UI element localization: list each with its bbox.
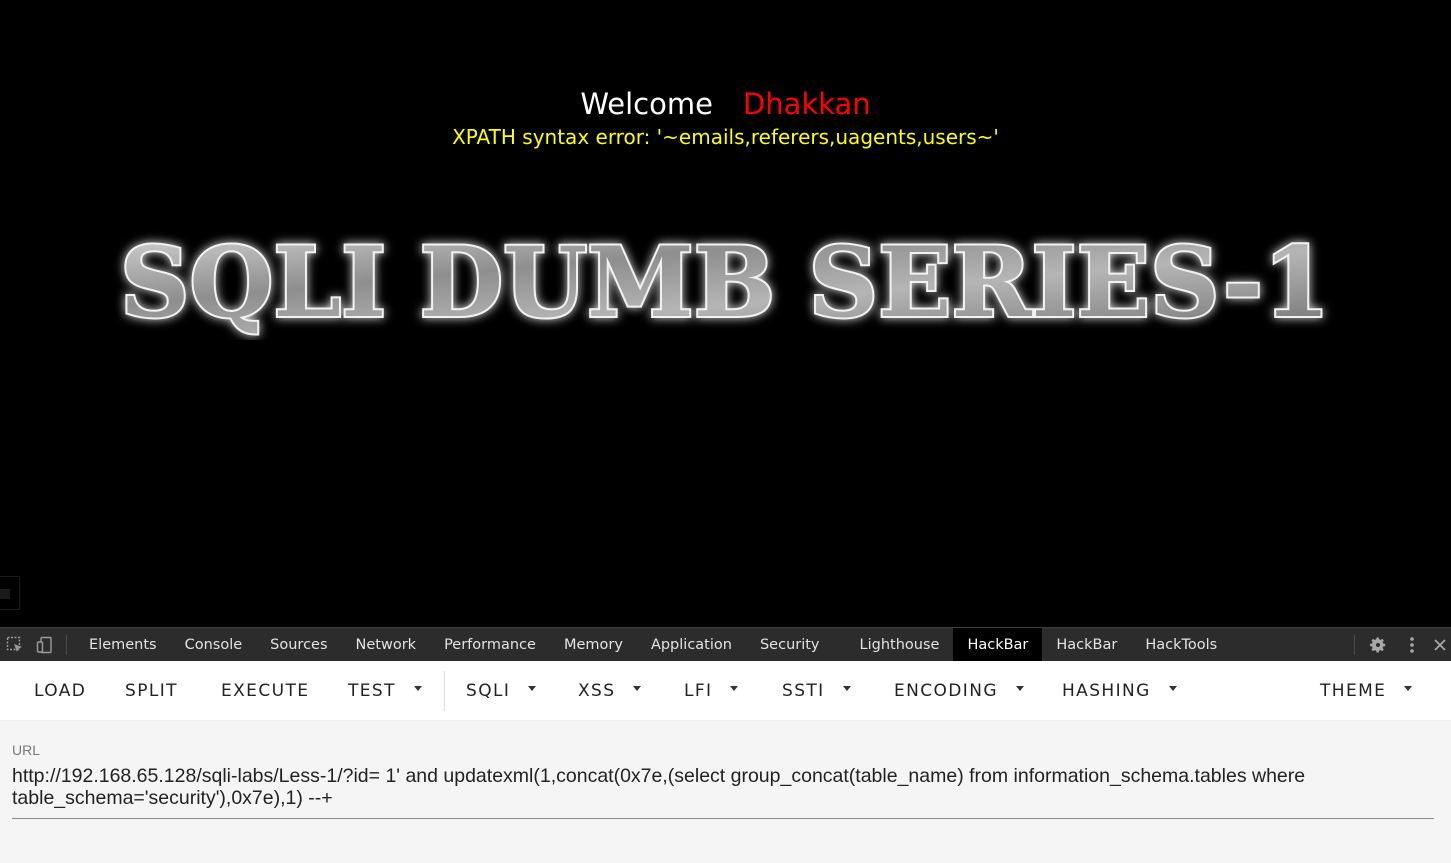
test-dropdown[interactable]: TEST (348, 661, 422, 721)
ssti-label: SSTI (782, 680, 825, 701)
execute-label: EXECUTE (221, 680, 310, 701)
chevron-down-icon (1404, 686, 1413, 691)
toolbar-separator (1354, 634, 1355, 655)
tab-hacktools[interactable]: HackTools (1131, 628, 1231, 662)
welcome-text: Welcome (580, 87, 713, 121)
device-toolbar-icon[interactable] (30, 628, 60, 662)
ssti-dropdown[interactable]: SSTI (782, 661, 851, 721)
tab-sources[interactable]: Sources (256, 628, 341, 662)
encoding-label: ENCODING (894, 680, 998, 701)
load-button[interactable]: LOAD (34, 661, 86, 721)
settings-gear-icon[interactable] (1361, 628, 1395, 662)
devtools-tab-bar: Elements Console Sources Network Perform… (0, 627, 1451, 662)
page-viewport: Welcome Dhakkan XPATH syntax error: '~ema… (0, 0, 1451, 627)
toolbar-divider (444, 671, 445, 711)
tab-elements[interactable]: Elements (75, 628, 171, 662)
more-options-icon[interactable] (1395, 628, 1429, 662)
hashing-dropdown[interactable]: HASHING (1062, 661, 1177, 721)
hashing-label: HASHING (1062, 680, 1151, 701)
tab-hackbar-active[interactable]: HackBar (953, 627, 1043, 662)
split-label: SPLIT (125, 680, 178, 701)
chevron-down-icon (842, 686, 851, 691)
banner-text: SQLI DUMB SERIES-1 (120, 226, 1330, 339)
lfi-label: LFI (684, 680, 713, 701)
theme-dropdown[interactable]: THEME (1320, 661, 1413, 721)
sqli-dumb-series-banner: SQLI DUMB SERIES-1 (100, 222, 1350, 340)
lfi-dropdown[interactable]: LFI (684, 661, 739, 721)
tab-network[interactable]: Network (342, 628, 431, 662)
close-icon[interactable] (1429, 628, 1451, 662)
chevron-down-icon (730, 686, 739, 691)
page-corner-widget (0, 576, 20, 610)
url-input[interactable]: http://192.168.65.128/sqli-labs/Less-1/?… (12, 765, 1432, 809)
welcome-line: Welcome Dhakkan (0, 86, 1451, 122)
banner-graphic: SQLI DUMB SERIES-1 (118, 224, 1332, 340)
tab-console[interactable]: Console (171, 628, 257, 662)
encoding-dropdown[interactable]: ENCODING (894, 661, 1024, 721)
tab-memory[interactable]: Memory (550, 628, 637, 662)
xss-dropdown[interactable]: XSS (578, 661, 642, 721)
devtools-right-controls (1348, 628, 1451, 662)
chevron-down-icon (528, 686, 537, 691)
url-label: URL (12, 742, 41, 758)
tab-lighthouse[interactable]: Lighthouse (846, 628, 954, 662)
hackbar-toolbar: LOAD SPLIT EXECUTE TEST SQLI XSS LFI SST… (0, 661, 1451, 721)
tab-performance[interactable]: Performance (430, 628, 550, 662)
execute-button[interactable]: EXECUTE (221, 661, 309, 721)
split-button[interactable]: SPLIT (125, 661, 178, 721)
theme-label: THEME (1320, 680, 1387, 701)
url-input-underline (12, 818, 1434, 819)
load-label: LOAD (34, 680, 87, 701)
sqli-dropdown[interactable]: SQLI (466, 661, 537, 721)
chevron-down-icon (413, 686, 422, 691)
sqli-label: SQLI (466, 680, 511, 701)
test-label: TEST (348, 680, 396, 701)
url-field-container: URL http://192.168.65.128/sqli-labs/Less… (0, 721, 1451, 863)
tab-hackbar[interactable]: HackBar (1042, 628, 1131, 662)
toolbar-separator (66, 634, 67, 655)
chevron-down-icon (1168, 686, 1177, 691)
chevron-down-icon (633, 686, 642, 691)
xss-label: XSS (578, 680, 616, 701)
inspect-element-icon[interactable] (0, 628, 30, 662)
tab-application[interactable]: Application (637, 628, 746, 662)
user-name: Dhakkan (742, 87, 871, 121)
chevron-down-icon (1015, 686, 1024, 691)
xpath-error-message: XPATH syntax error: '~emails,referers,ua… (452, 125, 999, 149)
tab-security[interactable]: Security (746, 628, 846, 662)
